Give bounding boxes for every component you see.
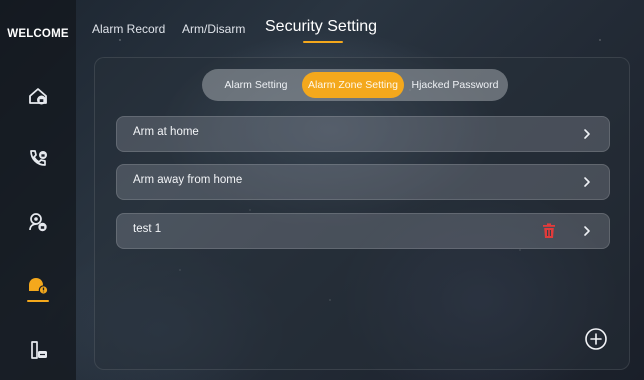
- home-lock-icon: [29, 88, 47, 105]
- intercom-lock-icon: [29, 213, 47, 232]
- sidebar-item-home-lock[interactable]: [18, 78, 58, 114]
- zone-row-arm-at-home[interactable]: Arm at home: [116, 116, 610, 152]
- tab-security-setting[interactable]: Security Setting: [265, 18, 377, 36]
- zone-label: Arm away from home: [133, 174, 243, 186]
- zone-row-arm-away[interactable]: Arm away from home: [116, 164, 610, 200]
- zone-label: Arm at home: [133, 126, 199, 138]
- alarm-security-icon: [29, 278, 49, 295]
- sidebar-item-alarm-security[interactable]: [18, 268, 58, 304]
- sidebar-item-phone-lock[interactable]: [18, 140, 58, 176]
- tab-arm-disarm[interactable]: Arm/Disarm: [182, 22, 245, 36]
- trash-icon[interactable]: [540, 222, 558, 240]
- zone-row-test-1[interactable]: test 1: [116, 213, 610, 249]
- welcome-title: WELCOME: [7, 28, 69, 40]
- phone-lock-icon: [30, 150, 47, 166]
- sidebar-item-keypad-phone[interactable]: [18, 332, 58, 368]
- segment-alarm-zone-setting[interactable]: Alarm Zone Setting: [302, 72, 404, 98]
- segment-alarm-setting[interactable]: Alarm Setting: [210, 72, 302, 98]
- tab-alarm-record[interactable]: Alarm Record: [92, 22, 165, 36]
- keypad-phone-icon: [31, 341, 47, 359]
- settings-segmented-control: Alarm Setting Alarm Zone Setting Hjacked…: [202, 69, 508, 101]
- zone-label: test 1: [133, 223, 162, 235]
- add-zone-button[interactable]: [584, 327, 608, 351]
- security-setting-panel: Alarm Setting Alarm Zone Setting Hjacked…: [94, 57, 630, 370]
- sidebar: WELCOME: [0, 0, 76, 380]
- active-tab-underline: [303, 41, 343, 43]
- chevron-right-icon: [584, 129, 590, 139]
- active-nav-indicator: [27, 300, 49, 302]
- sidebar-item-intercom-lock[interactable]: [18, 204, 58, 240]
- segment-hijacked-password[interactable]: Hjacked Password: [406, 72, 504, 98]
- chevron-right-icon: [584, 177, 590, 187]
- chevron-right-icon: [584, 226, 590, 236]
